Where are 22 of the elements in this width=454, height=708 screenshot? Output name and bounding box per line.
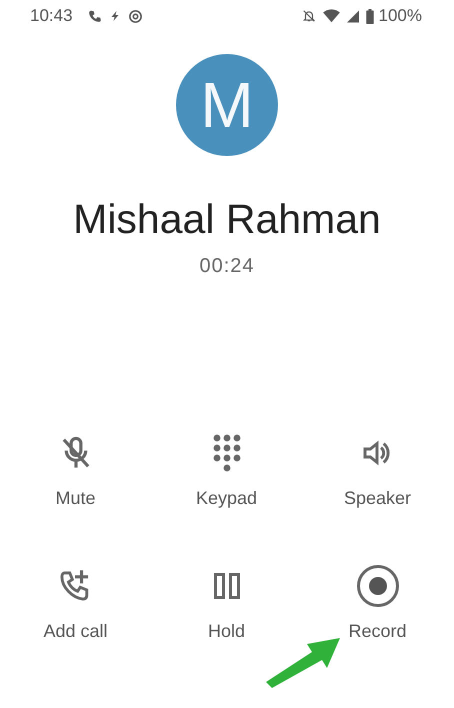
microphone-off-icon xyxy=(60,436,90,470)
call-control-button[interactable]: Keypad xyxy=(196,428,258,509)
bell-off-icon xyxy=(302,9,316,23)
wifi-icon xyxy=(322,9,340,23)
pause-icon xyxy=(214,573,240,599)
call-control-button[interactable]: Hold xyxy=(208,561,246,642)
contact-avatar: M xyxy=(176,54,278,156)
battery-percentage: 100% xyxy=(378,6,422,26)
call-control-button[interactable]: Add call xyxy=(43,561,108,642)
record-icon xyxy=(356,564,400,608)
contact-name: Mishaal Rahman xyxy=(72,196,382,243)
battery-icon xyxy=(366,8,374,24)
call-duration: 00:24 xyxy=(198,255,256,278)
call-control-button[interactable]: Speaker xyxy=(344,428,412,509)
phone-icon xyxy=(88,9,102,23)
keypad-icon xyxy=(212,433,242,473)
status-time: 10:43 xyxy=(30,6,73,26)
signal-icon xyxy=(346,10,359,22)
call-control-button[interactable]: Mute xyxy=(55,428,96,509)
call-control-button[interactable]: Record xyxy=(348,561,407,642)
data-saver-icon xyxy=(128,8,143,24)
lightning-icon xyxy=(108,9,121,23)
